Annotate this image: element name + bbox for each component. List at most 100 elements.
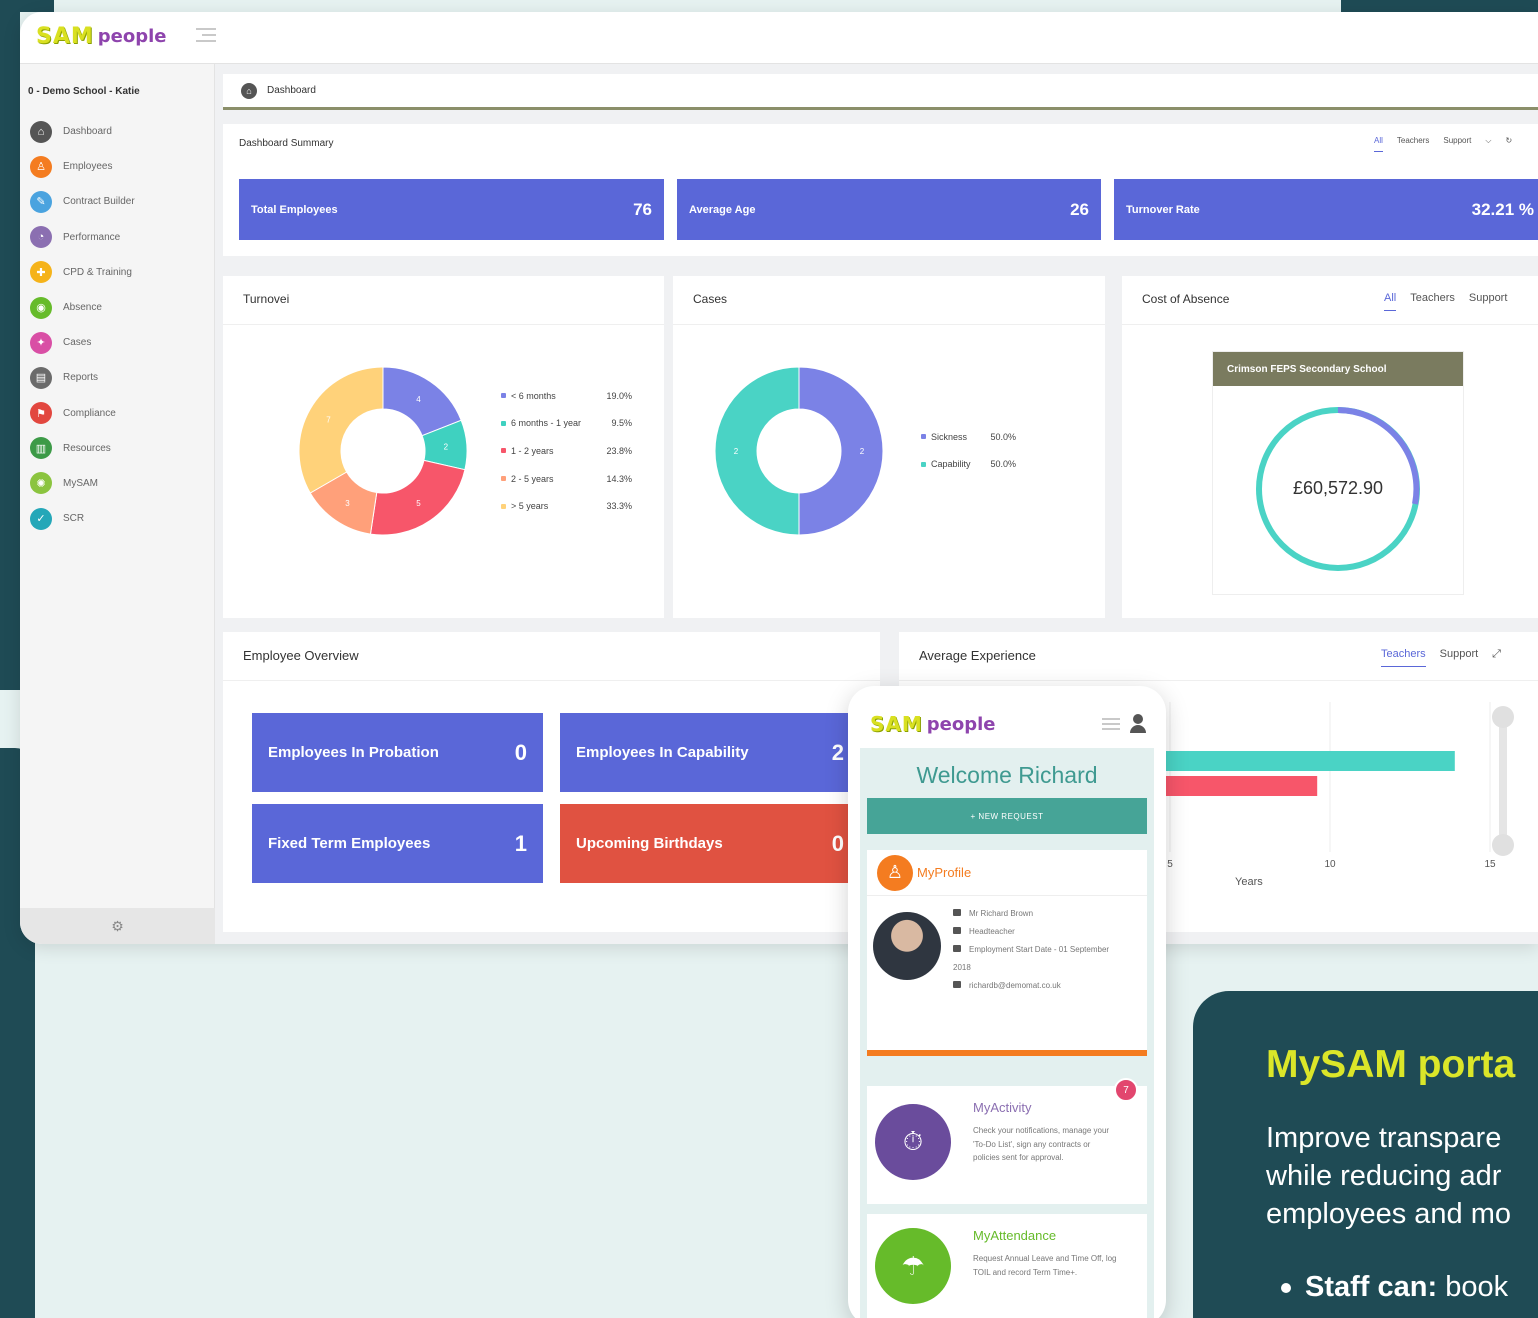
legend-label: 6 months - 1 year [511, 418, 582, 429]
breadcrumb: ⌂ Dashboard [223, 74, 1538, 110]
welcome-heading: Welcome Richard [916, 762, 1098, 788]
sidebar-item-label: CPD & Training [63, 266, 132, 278]
sidebar-item-resources[interactable]: ▥ Resources [30, 431, 135, 466]
sidebar-item-dashboard[interactable]: ⌂ Dashboard [30, 114, 135, 149]
sidebar-item-label: Cases [63, 337, 92, 349]
sidebar-item-reports[interactable]: ▤ Reports [30, 360, 135, 395]
sidebar-item-label: MySAM [63, 477, 98, 489]
sam-people-logo[interactable]: SAM people [36, 24, 167, 49]
turnover-slice-4[interactable] [298, 366, 384, 494]
tab-all[interactable]: All [1374, 136, 1383, 152]
settings-gear-icon[interactable]: ⚙ [20, 908, 215, 944]
turnover-donut-chart: 4 2 5 3 7 [298, 366, 468, 536]
sidebar-item-compliance[interactable]: ⚑ Compliance [30, 396, 135, 431]
my-profile-title: MyProfile [917, 865, 972, 880]
cases-slice-0[interactable] [798, 366, 884, 536]
sidebar-item-label: Absence [63, 302, 102, 314]
home-icon[interactable]: ⌂ [241, 82, 257, 99]
tab-support[interactable]: Support [1469, 292, 1508, 311]
sidebar-item-label: Resources [63, 442, 111, 454]
menu-icon[interactable] [1102, 718, 1120, 733]
experience-x-label: Years [1235, 876, 1263, 888]
turnover-slice-2[interactable] [369, 459, 466, 536]
tile-fixed-term[interactable]: Fixed Term Employees 1 [252, 804, 543, 883]
sidebar-item-absence[interactable]: ◉ Absence [30, 290, 135, 325]
chevron-down-icon[interactable]: ⌵ [1485, 136, 1491, 152]
shield-check-icon: ✓ [30, 507, 52, 530]
expand-icon[interactable]: ⤢ [1492, 648, 1501, 667]
sidebar-item-label: Performance [63, 231, 121, 243]
turnover-slice-label-4: 7 [326, 416, 331, 425]
background-shape [0, 0, 20, 690]
notification-badge: 7 [1114, 1078, 1138, 1102]
absence-filter-tabs: All Teachers Support [1370, 292, 1507, 311]
zoom-slider[interactable] [1492, 706, 1514, 856]
breadcrumb-current: Dashboard [267, 85, 316, 96]
tile-birthdays[interactable]: Upcoming Birthdays 0 [560, 804, 860, 883]
training-icon: ✚ [30, 261, 52, 284]
activity-icon: ⏱ [875, 1104, 951, 1180]
legend-label: Sickness [931, 431, 968, 442]
cases-title: Cases [693, 292, 728, 306]
profile-details: Mr Richard Brown Headteacher Employment … [953, 909, 1110, 990]
tab-all[interactable]: All [1384, 292, 1397, 311]
legend-item[interactable]: < 6 months 19.0% [501, 382, 632, 410]
tab-teachers[interactable]: Teachers [1381, 648, 1426, 667]
sidebar-item-employees[interactable]: ♙ Employees [30, 149, 135, 184]
legend-percent: 33.3% [606, 501, 632, 512]
slider-handle-bottom[interactable] [1492, 834, 1514, 856]
cases-slice-label-1: 2 [734, 447, 739, 456]
refresh-icon[interactable]: ↻ [1505, 136, 1512, 152]
sidebar-item-label: Reports [63, 372, 99, 384]
school-name-header: Crimson FEPS Secondary School [1213, 352, 1463, 386]
tile-capability[interactable]: Employees In Capability 2 [560, 713, 860, 792]
my-attendance-card[interactable]: ☂ MyAttendance Request Annual Leave and … [867, 1214, 1147, 1318]
tile-probation[interactable]: Employees In Probation 0 [252, 713, 543, 792]
turnover-title: Turnovei [243, 292, 290, 306]
my-activity-card[interactable]: ⏱ MyActivity Check your notifications, m… [867, 1086, 1147, 1204]
legend-swatch [501, 448, 506, 454]
sidebar-item-mysam[interactable]: ✺ MySAM [30, 466, 135, 501]
legend-percent: 23.8% [606, 445, 632, 456]
legend-percent: 14.3% [606, 473, 632, 484]
turnover-slice-label-3: 3 [345, 499, 350, 508]
tab-support[interactable]: Support [1440, 648, 1479, 667]
performance-icon: ◔ [30, 226, 52, 249]
cost-of-absence-title: Cost of Absence [1142, 292, 1230, 306]
slider-handle-top[interactable] [1492, 706, 1514, 728]
tab-teachers[interactable]: Teachers [1397, 136, 1429, 152]
summary-filter-tabs: All Teachers Support ⌵ ↻ [1360, 136, 1512, 152]
tab-teachers[interactable]: Teachers [1410, 292, 1455, 311]
sidebar-item-contract-builder[interactable]: ✎ Contract Builder [30, 184, 135, 219]
sidebar-item-cases[interactable]: ✦ Cases [30, 325, 135, 360]
cases-legend: Sickness 50.0% Capability 50.0% [921, 423, 1016, 478]
user-icon[interactable] [1130, 714, 1146, 734]
legend-swatch [921, 434, 926, 440]
cases-slice-label-0: 2 [860, 447, 865, 456]
menu-toggle-icon[interactable] [196, 28, 216, 44]
school-cost-panel: Crimson FEPS Secondary School £60,572.90 [1212, 351, 1464, 595]
legend-label: < 6 months [511, 390, 556, 401]
employee-overview-title: Employee Overview [243, 648, 359, 663]
new-request-button[interactable]: + NEW REQUEST [867, 798, 1147, 834]
sidebar-item-performance[interactable]: ◔ Performance [30, 220, 135, 255]
briefcase-icon [953, 927, 961, 934]
turnover-slice-label-2: 5 [416, 499, 421, 508]
cases-icon: ✦ [30, 331, 52, 354]
sam-people-logo[interactable]: SAM people [870, 712, 996, 736]
background-shape [1341, 0, 1538, 12]
my-profile-card[interactable]: ♙ MyProfile Mr Richard Brown Headteacher… [867, 850, 1147, 1056]
legend-item[interactable]: 1 - 2 years 23.8% [501, 437, 632, 465]
legend-item[interactable]: > 5 years 33.3% [501, 492, 632, 520]
sidebar-item-cpd-training[interactable]: ✚ CPD & Training [30, 255, 135, 290]
sidebar-item-label: Dashboard [63, 126, 112, 138]
calendar-icon [953, 945, 961, 952]
legend-item[interactable]: Capability 50.0% [921, 451, 1016, 479]
tab-support[interactable]: Support [1443, 136, 1471, 152]
legend-item[interactable]: 2 - 5 years 14.3% [501, 465, 632, 493]
cases-slice-1[interactable] [714, 366, 800, 536]
school-name: 0 - Demo School - Katie [28, 86, 140, 97]
sidebar-item-scr[interactable]: ✓ SCR [30, 501, 135, 536]
legend-item[interactable]: Sickness 50.0% [921, 423, 1016, 451]
legend-item[interactable]: 6 months - 1 year 9.5% [501, 410, 632, 438]
